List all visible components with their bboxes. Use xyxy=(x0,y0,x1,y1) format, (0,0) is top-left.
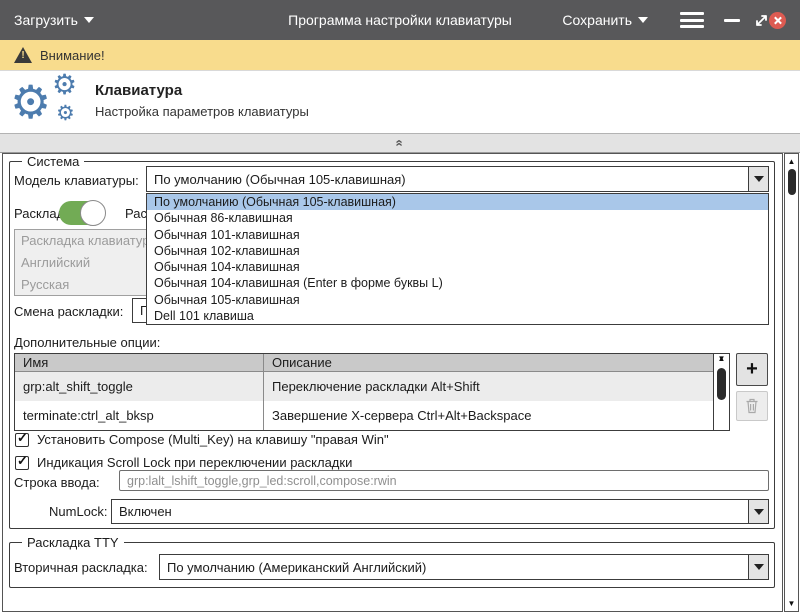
options-table: Имя Описание grp:alt_shift_toggleПереклю… xyxy=(14,353,730,431)
option-desc-cell: Переключение раскладки Alt+Shift xyxy=(264,372,713,401)
model-option[interactable]: Обычная 104-клавишная (Enter в форме бук… xyxy=(147,275,768,291)
page-title: Клавиатура xyxy=(95,82,182,99)
layouts-toggle[interactable] xyxy=(59,201,105,225)
chevron-down-icon xyxy=(754,176,764,182)
trash-icon xyxy=(745,398,759,414)
table-scrollbar[interactable]: ▲ ▼ xyxy=(713,354,729,430)
option-name-cell: grp:alt_shift_toggle xyxy=(15,372,264,401)
numlock-value: Включен xyxy=(112,504,748,519)
numlock-combobox[interactable]: Включен xyxy=(111,499,769,524)
warning-icon: ! xyxy=(14,47,32,63)
page-scrollbar[interactable]: ▲ ▼ xyxy=(784,153,799,612)
scroll-down-icon[interactable]: ▼ xyxy=(714,354,729,363)
keyboard-model-value: По умолчанию (Обычная 105-клавишная) xyxy=(147,172,748,187)
option-desc-cell: Завершение X-сервера Ctrl+Alt+Backspace xyxy=(264,401,713,430)
options-table-header: Имя Описание xyxy=(15,354,729,372)
plus-icon: + xyxy=(746,358,758,381)
chevron-up-icon: « xyxy=(391,139,409,146)
scrollbar-thumb[interactable] xyxy=(788,169,796,195)
table-row[interactable]: terminate:ctrl_alt_bkspЗавершение X-серв… xyxy=(15,401,713,430)
column-header-name: Имя xyxy=(15,354,264,371)
add-option-button[interactable]: + xyxy=(736,353,768,386)
compose-checkbox-row[interactable]: Установить Compose (Multi_Key) на клавиш… xyxy=(15,432,389,447)
collapse-header-bar[interactable]: « xyxy=(0,133,800,153)
chevron-down-icon xyxy=(754,564,764,570)
checkbox-checked-icon[interactable] xyxy=(15,433,29,447)
numlock-label: NumLock: xyxy=(49,504,108,519)
system-group-title: Система xyxy=(22,154,84,169)
chevron-down-icon xyxy=(638,17,648,23)
save-menu-label: Сохранить xyxy=(562,12,632,28)
scroll-down-icon[interactable]: ▼ xyxy=(785,599,798,608)
model-option[interactable]: Dell 101 клавиша xyxy=(147,308,768,324)
menu-icon[interactable] xyxy=(680,12,704,32)
model-option[interactable]: Обычная 105-клавишная xyxy=(147,292,768,308)
input-string-value: grp:lalt_lshift_toggle,grp_led:scroll,co… xyxy=(127,474,397,488)
compose-checkbox-label: Установить Compose (Multi_Key) на клавиш… xyxy=(37,432,389,447)
scrolllock-checkbox-label: Индикация Scroll Lock при переключении р… xyxy=(37,455,352,470)
model-option[interactable]: Обычная 104-клавишная xyxy=(147,259,768,275)
secondary-layout-combobox[interactable]: По умолчанию (Американский Английский) xyxy=(159,554,769,580)
scroll-up-icon[interactable]: ▲ xyxy=(785,157,798,166)
page-header: ⚙⚙⚙ Клавиатура Настройка параметров клав… xyxy=(0,71,800,133)
model-option[interactable]: Обычная 102-клавишная xyxy=(147,243,768,259)
checkbox-checked-icon[interactable] xyxy=(15,456,29,470)
layout-switch-label: Смена раскладки: xyxy=(14,304,123,319)
close-icon[interactable] xyxy=(769,12,786,29)
model-option[interactable]: Обычная 86-клавишная xyxy=(147,210,768,226)
delete-option-button[interactable] xyxy=(736,391,768,421)
secondary-layout-label: Вторичная раскладка: xyxy=(14,560,148,575)
extra-options-label: Дополнительные опции: xyxy=(14,335,160,350)
warning-banner: ! Внимание! xyxy=(0,40,800,71)
dropdown-arrow-button[interactable] xyxy=(748,555,768,579)
keyboard-model-label: Модель клавиатуры: xyxy=(14,173,139,188)
scrolllock-checkbox-row[interactable]: Индикация Scroll Lock при переключении р… xyxy=(15,455,352,470)
toggle-knob-icon xyxy=(80,200,106,226)
chevron-down-icon xyxy=(754,509,764,515)
table-row[interactable]: grp:alt_shift_toggleПереключение расклад… xyxy=(15,372,713,401)
column-header-desc: Описание xyxy=(264,354,729,371)
secondary-layout-value: По умолчанию (Американский Английский) xyxy=(160,560,748,575)
minimize-icon[interactable] xyxy=(724,19,740,22)
gears-icon: ⚙⚙⚙ xyxy=(8,73,92,131)
page-subtitle: Настройка параметров клавиатуры xyxy=(95,104,309,119)
title-bar: Загрузить Программа настройки клавиатуры… xyxy=(0,0,800,40)
tty-group-title: Раскладка TTY xyxy=(22,535,124,550)
option-name-cell: terminate:ctrl_alt_bksp xyxy=(15,401,264,430)
input-string-field[interactable]: grp:lalt_lshift_toggle,grp_led:scroll,co… xyxy=(119,470,769,491)
maximize-icon[interactable] xyxy=(753,12,770,32)
settings-panel: Система Модель клавиатуры: По умолчанию … xyxy=(2,153,783,612)
dropdown-arrow-button[interactable] xyxy=(748,167,768,191)
model-option[interactable]: По умолчанию (Обычная 105-клавишная) xyxy=(147,194,768,210)
dropdown-arrow-button[interactable] xyxy=(748,500,768,523)
warning-text: Внимание! xyxy=(40,48,105,63)
keyboard-model-combobox[interactable]: По умолчанию (Обычная 105-клавишная) xyxy=(146,166,769,192)
model-option[interactable]: Обычная 101-клавишная xyxy=(147,227,768,243)
input-string-label: Строка ввода: xyxy=(14,475,100,490)
scrollbar-thumb[interactable] xyxy=(717,368,726,400)
save-menu-button[interactable]: Сохранить xyxy=(562,0,648,40)
keyboard-model-popup: По умолчанию (Обычная 105-клавишная)Обыч… xyxy=(146,193,769,325)
